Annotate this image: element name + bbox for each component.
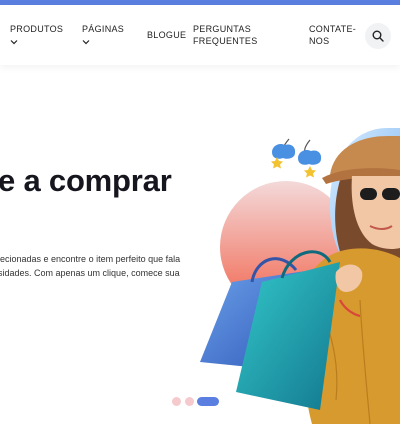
carousel-dot-active[interactable] bbox=[197, 397, 219, 406]
earring-decoration-right bbox=[298, 139, 322, 178]
earring-decoration-left bbox=[271, 138, 296, 169]
hero-headline: e a comprar bbox=[0, 163, 172, 198]
hero-illustration bbox=[200, 128, 400, 424]
carousel-dot-1[interactable] bbox=[172, 397, 181, 406]
hero-body-line-1: lecionadas e encontre o item perfeito qu… bbox=[0, 254, 181, 264]
sunglasses bbox=[360, 188, 377, 200]
carousel-dot-2[interactable] bbox=[185, 397, 194, 406]
hero-body-line-2: sidades. Com apenas um clique, comece su… bbox=[0, 268, 180, 278]
